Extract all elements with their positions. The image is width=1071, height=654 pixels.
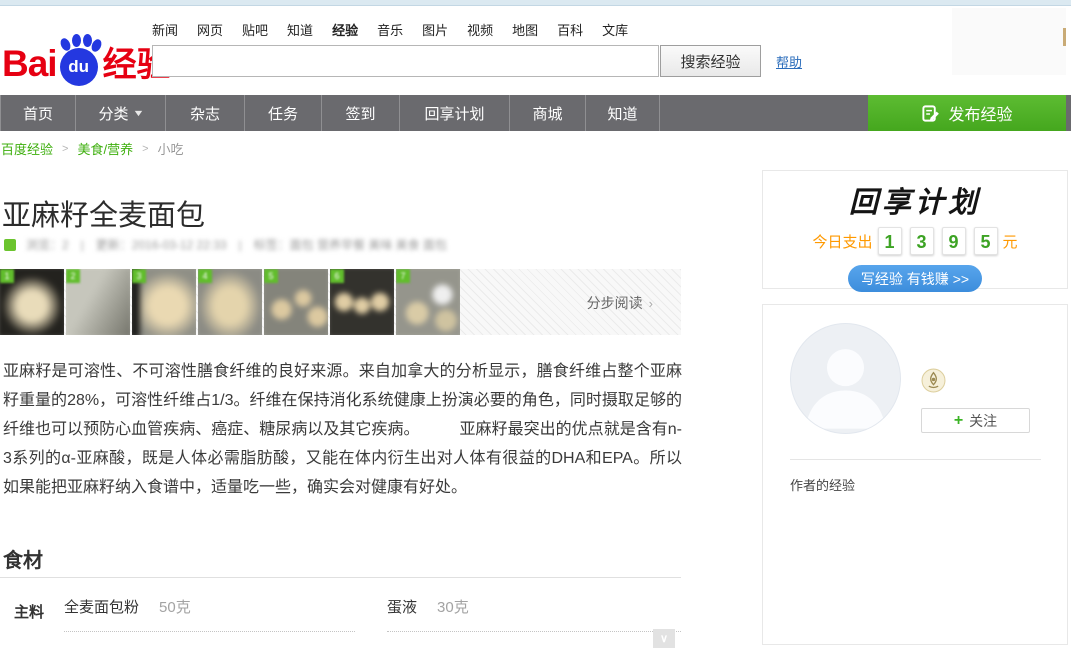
spend-digit: 3 <box>910 227 934 255</box>
step-thumbnail[interactable]: 5 <box>264 269 328 335</box>
article-intro-paragraph: 亚麻籽是可溶性、不可溶性膳食纤维的良好来源。来自加拿大的分析显示，膳食纤维占整个… <box>3 357 682 502</box>
top-strip <box>0 0 1071 6</box>
ingredient-amount: 50克 <box>159 596 191 617</box>
breadcrumb-separator: > <box>62 143 68 155</box>
tab-news[interactable]: 新闻 <box>152 20 178 39</box>
step-thumbnail[interactable]: 4 <box>198 269 262 335</box>
breadcrumb-home[interactable]: 百度经验 <box>1 139 53 158</box>
tab-baike[interactable]: 百科 <box>557 20 583 39</box>
person-silhouette-icon <box>791 324 900 433</box>
step-thumbnail[interactable]: 6 <box>330 269 394 335</box>
step-number-badge: 6 <box>330 269 344 283</box>
article-meta-row: 浏览：2 | 更新：2016-03-12 22:33 | 标签：面包 营养早餐 … <box>4 236 447 253</box>
tab-wenku[interactable]: 文库 <box>602 20 628 39</box>
top-right-marker <box>1063 28 1066 46</box>
nav-categories[interactable]: 分类▼ <box>76 95 166 131</box>
breadcrumb-current: 小吃 <box>158 139 184 158</box>
search-input[interactable] <box>152 45 659 77</box>
ingredients-divider <box>0 577 681 578</box>
author-experiences-heading: 作者的经验 <box>790 475 855 494</box>
breadcrumb-separator: > <box>142 143 148 155</box>
tab-jingyan-active[interactable]: 经验 <box>332 20 358 39</box>
baidu-jingyan-logo[interactable]: Bai du 经验 <box>2 34 171 86</box>
spend-digit: 1 <box>878 227 902 255</box>
plus-icon: + <box>954 413 963 429</box>
baidu-paw-icon: du <box>58 34 102 86</box>
top-right-placeholder <box>952 8 1066 75</box>
nav-mall[interactable]: 商城 <box>510 95 586 131</box>
logo-du-text: du <box>60 48 98 86</box>
spend-digit: 5 <box>974 227 998 255</box>
author-box: + 关注 作者的经验 <box>762 304 1068 645</box>
search-button[interactable]: 搜索经验 <box>660 45 761 77</box>
spend-unit: 元 <box>1003 231 1018 252</box>
step-thumbnail[interactable]: 3 <box>132 269 196 335</box>
follow-label: 关注 <box>969 411 997 431</box>
author-avatar[interactable] <box>790 323 901 434</box>
step-read-link[interactable]: 分步阅读 › <box>587 293 653 313</box>
step-number-badge: 4 <box>198 269 212 283</box>
spend-digit: 9 <box>942 227 966 255</box>
nav-home[interactable]: 首页 <box>0 95 76 131</box>
expand-ingredients-button[interactable]: ∨ <box>653 629 675 648</box>
quality-badge-icon <box>4 239 16 251</box>
write-experience-cta-button[interactable]: 写经验 有钱赚 >> <box>848 265 982 292</box>
step-number-badge: 2 <box>66 269 80 283</box>
nav-magazine[interactable]: 杂志 <box>166 95 245 131</box>
ingredient-item: 蛋液 30克 <box>387 596 681 632</box>
help-link[interactable]: 帮助 <box>776 52 802 71</box>
step-number-badge: 1 <box>0 269 14 283</box>
tab-music[interactable]: 音乐 <box>377 20 403 39</box>
tab-video[interactable]: 视频 <box>467 20 493 39</box>
chevron-right-icon: › <box>649 296 653 311</box>
breadcrumb: 百度经验 > 美食/营养 > 小吃 <box>1 139 184 158</box>
product-tabs: 新闻 网页 贴吧 知道 经验 音乐 图片 视频 地图 百科 文库 <box>152 20 628 39</box>
ingredient-item: 全麦面包粉 50克 <box>64 596 355 632</box>
tab-map[interactable]: 地图 <box>512 20 538 39</box>
ingredient-name[interactable]: 全麦面包粉 <box>64 596 139 617</box>
follow-button[interactable]: + 关注 <box>921 408 1030 433</box>
author-box-divider <box>790 459 1041 460</box>
tab-zhidao[interactable]: 知道 <box>287 20 313 39</box>
article-meta-blurred: 浏览：2 | 更新：2016-03-12 22:33 | 标签：面包 营养早餐 … <box>26 236 447 253</box>
ingredients-heading: 食材 <box>3 544 43 573</box>
tab-tieba[interactable]: 贴吧 <box>242 20 268 39</box>
step-thumbnail[interactable]: 1 <box>0 269 64 335</box>
logo-bai-text: Bai <box>2 42 57 86</box>
program-calligraphy-title: 回享计划 <box>763 179 1067 221</box>
nav-huixiang-plan[interactable]: 回享计划 <box>400 95 510 131</box>
step-read-label: 分步阅读 <box>587 293 643 313</box>
step-thumbnails-strip: 1 2 3 4 5 6 7 分步阅读 › <box>0 269 681 335</box>
ingredients-group-label: 主料 <box>14 601 44 622</box>
step-number-badge: 3 <box>132 269 146 283</box>
spend-label: 今日支出 <box>812 231 872 252</box>
huixiang-program-box: 回享计划 今日支出 1 3 9 5 元 写经验 有钱赚 >> <box>762 170 1068 289</box>
today-spend-row: 今日支出 1 3 9 5 元 <box>763 227 1067 255</box>
chevron-down-icon: ▼ <box>132 108 144 118</box>
step-thumbnail[interactable]: 7 <box>396 269 460 335</box>
ingredient-name[interactable]: 蛋液 <box>387 596 417 617</box>
tab-images[interactable]: 图片 <box>422 20 448 39</box>
author-gold-pen-badge-icon[interactable] <box>921 368 946 393</box>
step-number-badge: 7 <box>396 269 410 283</box>
breadcrumb-category[interactable]: 美食/营养 <box>77 139 133 158</box>
step-number-badge: 5 <box>264 269 278 283</box>
step-thumbnail[interactable]: 2 <box>66 269 130 335</box>
article-title: 亚麻籽全麦面包 <box>2 192 205 234</box>
ingredient-amount: 30克 <box>437 596 469 617</box>
nav-zhidao[interactable]: 知道 <box>586 95 660 131</box>
publish-experience-button[interactable]: 发布经验 <box>868 95 1066 131</box>
tab-web[interactable]: 网页 <box>197 20 223 39</box>
nav-checkin[interactable]: 签到 <box>322 95 400 131</box>
write-note-icon <box>921 104 940 123</box>
publish-label: 发布经验 <box>948 101 1012 125</box>
nav-tasks[interactable]: 任务 <box>245 95 322 131</box>
